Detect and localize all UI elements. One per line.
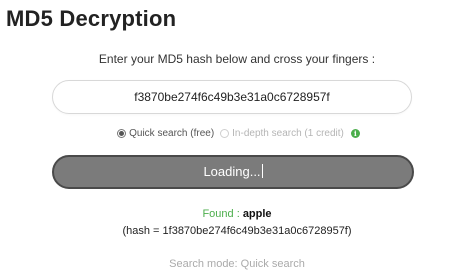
in-depth-search-option[interactable]: In-depth search (1 credit) bbox=[220, 128, 344, 139]
search-mode-text: Search mode: Quick search bbox=[169, 258, 305, 270]
decrypt-button[interactable]: Loading... bbox=[52, 155, 414, 189]
text-cursor bbox=[261, 164, 263, 178]
quick-search-option[interactable]: Quick search (free) bbox=[117, 128, 214, 139]
found-separator: : bbox=[233, 208, 243, 220]
in-depth-search-label: In-depth search (1 credit) bbox=[232, 128, 344, 139]
decrypt-button-label: Loading... bbox=[203, 164, 261, 179]
quick-search-label: Quick search (free) bbox=[129, 128, 215, 139]
found-value: apple bbox=[242, 208, 272, 220]
quick-search-radio[interactable] bbox=[117, 129, 127, 138]
result-found: Found : apple bbox=[0, 208, 474, 220]
in-depth-search-radio[interactable] bbox=[220, 129, 230, 138]
hash-input[interactable] bbox=[52, 80, 412, 114]
result-hash-line: (hash = 1f3870be274f6c49b3e31a0c6728957f… bbox=[122, 225, 352, 237]
instructions-text: Enter your MD5 hash below and cross your… bbox=[98, 52, 376, 66]
search-options: Quick search (free) In-depth search (1 c… bbox=[0, 128, 474, 139]
info-icon[interactable]: i bbox=[350, 129, 360, 138]
found-label: Found bbox=[202, 208, 234, 220]
page-title: MD5 Decryption bbox=[6, 6, 177, 31]
